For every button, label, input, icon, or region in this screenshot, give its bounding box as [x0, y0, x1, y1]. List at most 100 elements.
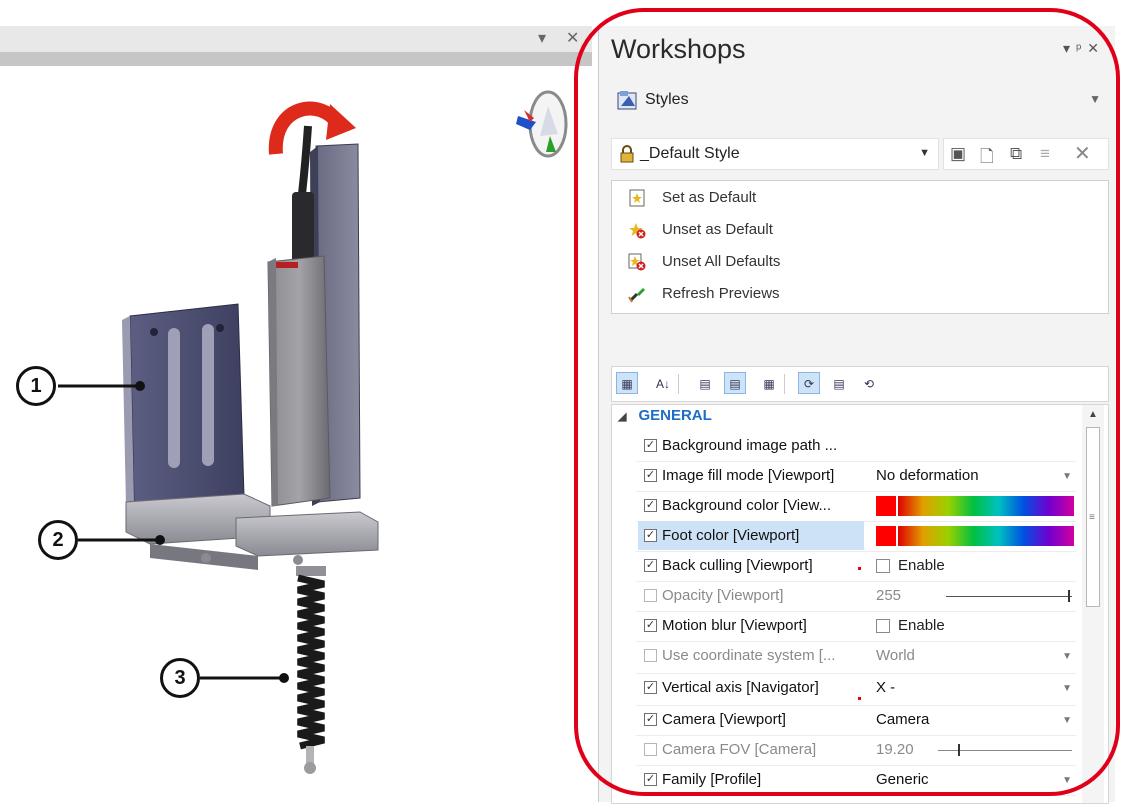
apply-properties-icon[interactable]: ▤	[828, 372, 850, 394]
property-row[interactable]: ✓ Vertical axis [Navigator] X - ▼	[636, 673, 1076, 706]
property-name: Background color [View...	[662, 497, 831, 514]
action-unset-default[interactable]: Unset as Default	[628, 221, 773, 243]
property-checkbox[interactable]: ✓	[644, 499, 657, 512]
property-grid: ◢ GENERAL ✓ Background image path ... ✓ I…	[611, 404, 1109, 804]
action-label: Unset All Defaults	[662, 253, 781, 270]
action-refresh-previews[interactable]: Refresh Previews	[628, 285, 780, 307]
styles-dropdown[interactable]: Styles ▼	[611, 86, 1107, 116]
property-name: Back culling [Viewport]	[662, 557, 813, 574]
category-label: GENERAL	[638, 407, 712, 424]
property-checkbox[interactable]: ✓	[644, 469, 657, 482]
property-value[interactable]: Camera	[876, 711, 929, 728]
color-swatch[interactable]	[876, 496, 896, 516]
3d-viewport[interactable]: 1 2 3	[0, 66, 592, 802]
callout-3: 3	[160, 658, 200, 698]
sync-icon[interactable]: ⟳	[798, 372, 820, 394]
chevron-down-icon[interactable]: ▼	[1062, 715, 1072, 726]
slider-thumb[interactable]	[958, 744, 960, 756]
property-row[interactable]: Camera FOV [Camera] 19.20	[636, 735, 1076, 766]
vertical-scrollbar[interactable]: ▲ ≡	[1082, 405, 1104, 803]
property-name: Image fill mode [Viewport]	[662, 467, 835, 484]
color-spectrum-picker[interactable]	[898, 526, 1074, 546]
property-checkbox[interactable]: ✓	[644, 529, 657, 542]
action-set-default[interactable]: Set as Default	[628, 189, 756, 211]
action-unset-all-defaults[interactable]: Unset All Defaults	[628, 253, 780, 275]
rename-style-icon[interactable]: ≡	[1040, 144, 1050, 164]
categorized-view-icon[interactable]: ▦	[616, 372, 638, 394]
delete-style-icon[interactable]: ✕	[1074, 141, 1091, 166]
category-general[interactable]: ◢ GENERAL	[618, 407, 712, 429]
grip-icon: ≡	[1089, 512, 1095, 523]
viewport-header-bar	[0, 52, 592, 66]
property-value[interactable]: No deformation	[876, 467, 979, 484]
unset-default-icon	[628, 221, 646, 239]
property-row[interactable]: ✓ Camera [Viewport] Camera ▼	[636, 705, 1076, 736]
action-label: Set as Default	[662, 189, 757, 206]
chevron-down-icon[interactable]: ▾	[1063, 40, 1076, 56]
property-checkbox[interactable]: ✓	[644, 713, 657, 726]
pin-icon[interactable]: ᵖ	[1076, 40, 1087, 56]
sensor-model-render	[58, 90, 568, 774]
viewport-tab-strip: ▾ ✕	[0, 26, 592, 53]
property-checkbox[interactable]: ✓	[644, 681, 657, 694]
property-checkbox[interactable]: ✓	[644, 619, 657, 632]
sort-alphabetical-icon[interactable]: A↓	[652, 372, 674, 394]
close-icon[interactable]: ✕	[1087, 40, 1105, 56]
property-name: Camera FOV [Camera]	[662, 741, 817, 758]
style-tools: ▣ 🗋 ⧉ ≡ ✕	[943, 138, 1109, 170]
collapse-triangle-icon: ◢	[618, 411, 627, 423]
property-checkbox[interactable]: ✓	[644, 439, 657, 452]
opacity-slider[interactable]	[946, 596, 1072, 597]
enable-checkbox[interactable]	[876, 619, 890, 633]
property-checkbox[interactable]	[644, 743, 657, 756]
close-icon[interactable]: ✕	[566, 28, 579, 48]
chevron-down-icon: ▼	[919, 147, 930, 159]
copy-style-icon[interactable]: ⧉	[1010, 144, 1022, 164]
property-row[interactable]: ✓ Image fill mode [Viewport] No deformat…	[636, 461, 1076, 492]
brush-icon	[628, 285, 646, 303]
scroll-up-icon[interactable]: ▲	[1088, 409, 1098, 420]
panel-window-controls: ▾ᵖ✕	[1063, 40, 1105, 57]
new-style-icon[interactable]: 🗋	[980, 144, 994, 173]
action-label: Unset as Default	[662, 221, 773, 238]
property-name: Motion blur [Viewport]	[662, 617, 807, 634]
chevron-down-icon: ▼	[1089, 92, 1101, 106]
color-swatch[interactable]	[876, 526, 896, 546]
property-name: Use coordinate system [...	[662, 647, 836, 664]
star-document-icon	[628, 189, 646, 207]
slider-thumb[interactable]	[1068, 590, 1070, 602]
chevron-down-icon[interactable]: ▼	[1062, 471, 1072, 482]
property-checkbox[interactable]	[644, 649, 657, 662]
property-row[interactable]: Use coordinate system [... World ▼	[636, 641, 1076, 674]
property-row-selected[interactable]: ✓ Foot color [Viewport]	[636, 521, 1076, 552]
chevron-down-icon[interactable]: ▼	[1062, 683, 1072, 694]
property-row[interactable]: ✓ Background image path ...	[636, 431, 1076, 462]
chevron-down-icon[interactable]: ▼	[1062, 775, 1072, 786]
enable-checkbox[interactable]	[876, 559, 890, 573]
scrollbar-thumb[interactable]: ≡	[1086, 427, 1100, 607]
property-name: Foot color [Viewport]	[662, 527, 800, 544]
edit-style-icon[interactable]: ▣	[950, 144, 966, 164]
refresh-icon[interactable]: ⟲	[858, 372, 880, 394]
action-label: Refresh Previews	[662, 285, 780, 302]
enable-label: Enable	[898, 617, 945, 634]
property-checkbox[interactable]: ✓	[644, 773, 657, 786]
table-view-icon[interactable]: ▦	[758, 372, 780, 394]
expand-properties-icon[interactable]: ▤	[694, 372, 716, 394]
chevron-down-icon[interactable]: ▾	[538, 28, 546, 48]
property-row[interactable]: Opacity [Viewport] 255	[636, 581, 1076, 612]
filter-properties-icon[interactable]: ▤	[724, 372, 746, 394]
property-row[interactable]: ✓ Background color [View...	[636, 491, 1076, 522]
chevron-down-icon: ▼	[1062, 651, 1072, 662]
color-spectrum-picker[interactable]	[898, 496, 1074, 516]
property-row[interactable]: ✓ Back culling [Viewport] Enable	[636, 551, 1076, 582]
property-value[interactable]: X -	[876, 679, 895, 696]
property-row[interactable]: ✓ Motion blur [Viewport] Enable	[636, 611, 1076, 642]
property-checkbox[interactable]: ✓	[644, 559, 657, 572]
marker-dot	[858, 567, 861, 570]
property-row[interactable]: ✓ Family [Profile] Generic ▼	[636, 765, 1076, 796]
property-value: 255	[876, 587, 902, 604]
property-value[interactable]: Generic	[876, 771, 929, 788]
property-checkbox[interactable]	[644, 589, 657, 602]
style-combobox[interactable]: _Default Style ▼	[611, 138, 939, 170]
